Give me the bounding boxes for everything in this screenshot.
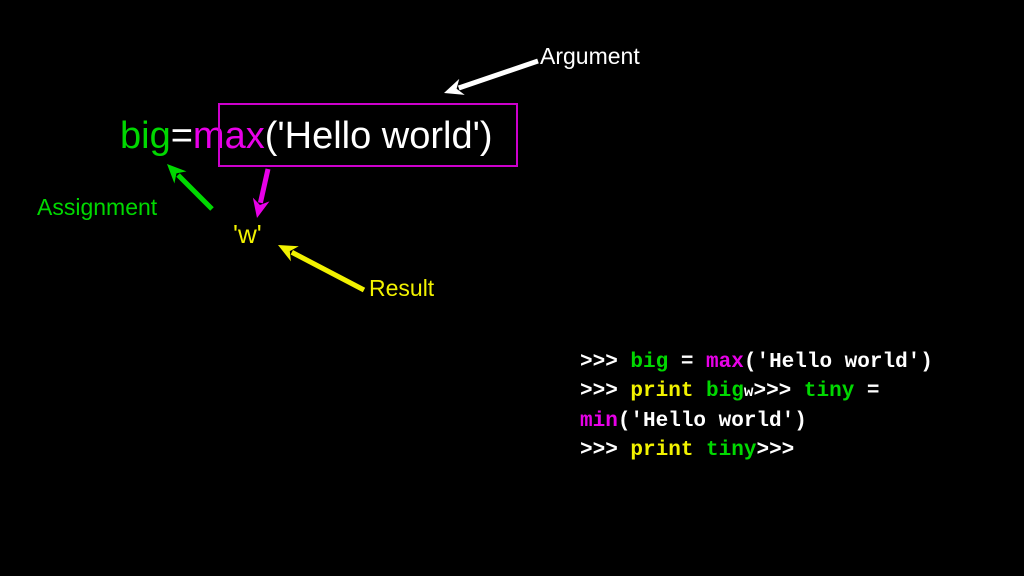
console-line-3: >>> print tiny>>>: [580, 436, 1000, 465]
call-to-result-arrow-shaft: [257, 168, 271, 204]
console-token: min: [580, 410, 618, 433]
console-token: ('Hello world'): [743, 351, 933, 374]
console-token: print: [630, 380, 707, 403]
argument-label: Argument: [540, 43, 640, 69]
console-token: >>>: [580, 351, 631, 374]
assignment-label: Assignment: [37, 194, 158, 220]
assignment-arrow-shaft: [176, 173, 214, 211]
argument-arrow-shaft: [457, 58, 539, 91]
console-token: ('Hello world'): [617, 410, 807, 433]
expression-operator: =: [170, 115, 193, 157]
console-line-2: >>> print bigw>>> tiny = min('Hello worl…: [580, 377, 1000, 436]
console-token: big: [630, 351, 669, 374]
expression-statement: big = max('Hello world'): [120, 106, 493, 166]
result-value: 'w': [233, 219, 262, 249]
console-token: =: [854, 380, 893, 403]
expression-open-paren: (: [264, 115, 278, 157]
result-label: Result: [369, 275, 435, 301]
expression-close-paren: ): [479, 115, 493, 157]
assignment-arrow-head: [167, 164, 187, 184]
console-token: >>>: [580, 380, 631, 403]
result-arrow-shaft: [290, 250, 366, 293]
console-token: >>>: [756, 439, 795, 462]
console-token: max: [706, 351, 744, 374]
console-token: tiny: [706, 439, 757, 462]
result-arrow-head: [278, 245, 299, 262]
console-token: big: [706, 380, 744, 403]
expression-argument: 'Hello world': [277, 115, 480, 157]
console-line-1: >>> big = max('Hello world'): [580, 348, 1000, 377]
argument-arrow-head: [444, 78, 465, 95]
console-token: print: [630, 439, 707, 462]
python-console-transcript: >>> big = max('Hello world') >>> print bi…: [580, 348, 1000, 465]
annotation-arrows: [167, 58, 539, 293]
console-token: =: [668, 351, 707, 374]
console-token: tiny: [803, 380, 855, 403]
console-token: >>>: [753, 380, 804, 403]
slide-canvas: big = max('Hello world') 'w' Argument As…: [0, 0, 1024, 576]
expression-variable: big: [120, 115, 171, 157]
call-to-result-arrow-head: [252, 197, 270, 218]
expression-function-name: max: [192, 115, 265, 157]
console-token: >>>: [580, 439, 631, 462]
